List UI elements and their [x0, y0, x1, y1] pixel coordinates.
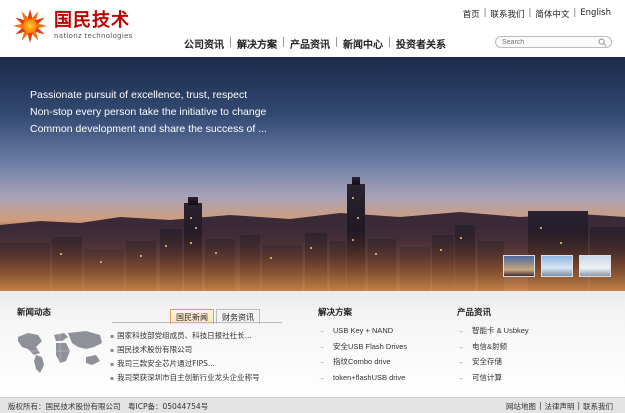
sun-logo-icon: [13, 9, 47, 43]
nav-item-products[interactable]: 产品资讯: [284, 36, 336, 51]
arrow-icon: →: [457, 328, 464, 335]
copyright-text: 版权所有：国民技术股份有限公司 粤ICP备：05044754号: [8, 402, 209, 411]
divider: |: [538, 401, 542, 410]
solutions-section-title: 解决方案: [318, 308, 353, 318]
logo[interactable]: 国民技术 nationz technologies: [12, 8, 133, 44]
toplink-home[interactable]: 首页: [463, 8, 480, 20]
list-item[interactable]: → 安全存储: [457, 355, 529, 371]
list-item-label: 指纹Combo drive: [333, 357, 391, 366]
list-item-label: USB Key + NAND: [333, 326, 394, 335]
list-item-label: 安全存储: [472, 357, 502, 366]
toplink-contact[interactable]: 联系我们: [491, 8, 525, 20]
divider: |: [528, 8, 532, 18]
banner-slogan: Passionate pursuit of excellence, trust,…: [30, 87, 267, 138]
footer: 版权所有：国民技术股份有限公司 粤ICP备：05044754号 网站地图 | 法…: [0, 397, 625, 413]
hero-banner: Passionate pursuit of excellence, trust,…: [0, 57, 625, 291]
banner-thumbnails: [503, 255, 611, 277]
content-area: 新闻动态 国民新闻 财务资讯 国家科技部党组成员、科技日报社社长... 国民技术…: [0, 291, 625, 397]
list-item[interactable]: → USB Key + NAND: [318, 324, 407, 340]
toplink-simplified-chinese[interactable]: 简体中文: [535, 8, 569, 20]
arrow-icon: →: [457, 359, 464, 366]
top-links: 首页 | 联系我们 | 简体中文 | English: [463, 8, 611, 20]
products-section-title: 产品资讯: [457, 308, 492, 318]
list-item-label: token+flashUSB drive: [333, 372, 406, 382]
main-nav: 公司资讯 解决方案 产品资讯 新闻中心 投资者关系: [184, 36, 452, 51]
banner-thumbnail[interactable]: [503, 255, 535, 277]
list-item-label: 电信&射频: [472, 341, 508, 351]
list-item-label: 可信计算: [472, 372, 502, 382]
footer-link-sitemap[interactable]: 网站地图: [506, 401, 536, 412]
banner-thumbnail[interactable]: [579, 255, 611, 277]
list-item[interactable]: → 安全USB Flash Drives: [318, 340, 407, 356]
list-item[interactable]: 我司荣获深圳市自主创新行业龙头企业称号: [110, 371, 260, 385]
divider: |: [573, 8, 577, 18]
banner-thumbnail[interactable]: [541, 255, 573, 277]
list-item[interactable]: → token+flashUSB drive: [318, 371, 407, 387]
arrow-icon: →: [457, 374, 464, 382]
header: 国民技术 nationz technologies 首页 | 联系我们 | 简体…: [0, 0, 625, 57]
divider: |: [577, 401, 580, 410]
search-input[interactable]: [502, 38, 592, 47]
list-item[interactable]: 国民技术股份有限公司: [110, 343, 260, 357]
footer-links: 网站地图 | 法律声明 | 联系我们: [506, 401, 613, 412]
list-item[interactable]: → 电信&射频: [457, 340, 529, 356]
arrow-icon: →: [318, 359, 325, 366]
arrow-icon: →: [318, 374, 325, 382]
nav-item-solutions[interactable]: 解决方案: [231, 36, 283, 51]
divider: |: [483, 8, 487, 18]
slogan-line: Non-stop every person take the initiativ…: [30, 106, 267, 118]
list-item[interactable]: → 可信计算: [457, 371, 529, 387]
arrow-icon: →: [318, 328, 325, 335]
list-item-label: 安全USB Flash Drives: [333, 341, 408, 351]
search-icon[interactable]: [598, 38, 607, 47]
nav-item-company[interactable]: 公司资讯: [184, 36, 230, 51]
nav-item-investors[interactable]: 投资者关系: [390, 36, 452, 51]
news-list: 国家科技部党组成员、科技日报社社长... 国民技术股份有限公司 我司三款安全芯片…: [110, 329, 260, 385]
divider: [112, 322, 282, 323]
world-map-image: [14, 327, 106, 375]
logo-name-en: nationz technologies: [54, 32, 133, 40]
search-box: [495, 36, 612, 48]
news-section-title: 新闻动态: [17, 308, 52, 318]
list-item[interactable]: 我司三款安全芯片通过FIPS...: [110, 357, 260, 371]
list-item-label: 智能卡 & Usbkey: [472, 326, 529, 335]
toplink-english[interactable]: English: [580, 8, 611, 20]
list-item[interactable]: 国家科技部党组成员、科技日报社社长...: [110, 329, 260, 343]
footer-link-contact[interactable]: 联系我们: [583, 401, 613, 412]
products-list: → 智能卡 & Usbkey → 电信&射频 → 安全存储 → 可信计算: [457, 324, 529, 386]
arrow-icon: →: [457, 343, 464, 351]
logo-name-cn: 国民技术: [54, 10, 130, 31]
slogan-line: Common development and share the success…: [30, 123, 267, 135]
arrow-icon: →: [318, 343, 325, 351]
list-item[interactable]: → 指纹Combo drive: [318, 355, 407, 371]
footer-link-legal[interactable]: 法律声明: [544, 401, 574, 412]
list-item[interactable]: → 智能卡 & Usbkey: [457, 324, 529, 340]
logo-text: 国民技术 nationz technologies: [54, 11, 133, 41]
solutions-list: → USB Key + NAND → 安全USB Flash Drives → 指纹C…: [318, 324, 407, 386]
nav-item-news[interactable]: 新闻中心: [337, 36, 389, 51]
slogan-line: Passionate pursuit of excellence, trust,…: [30, 89, 248, 101]
